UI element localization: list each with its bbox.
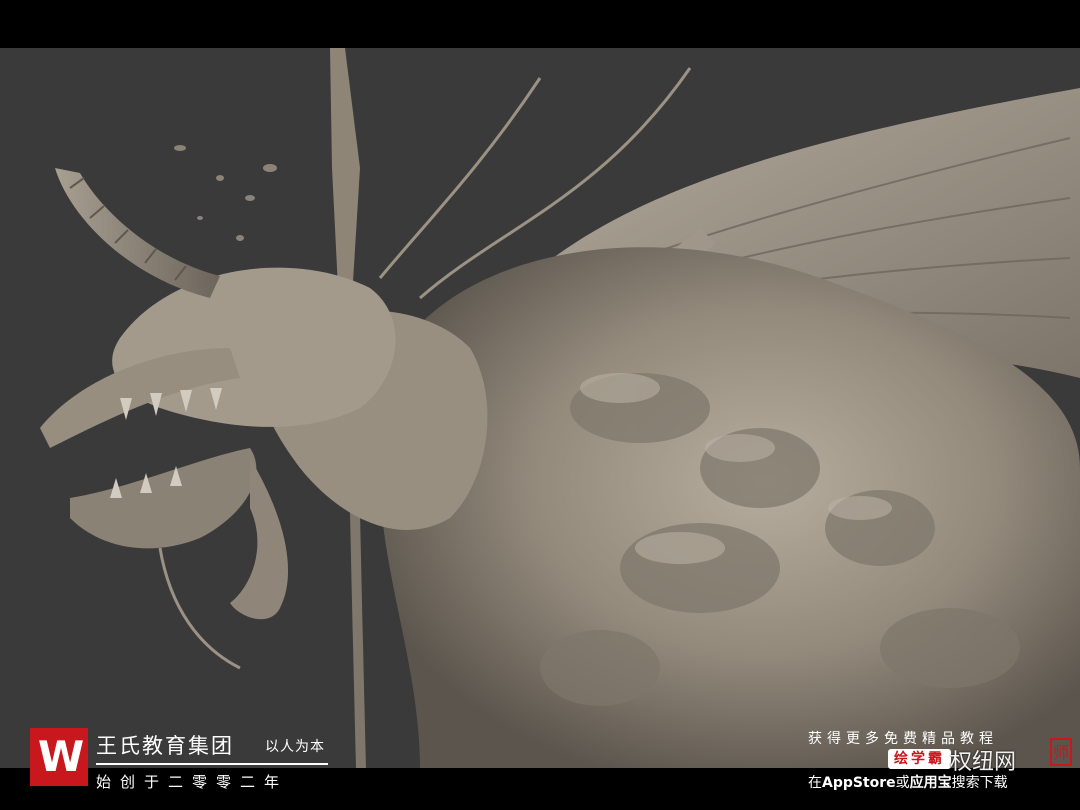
promo-app-store: 应用宝: [909, 775, 952, 791]
dragon-sculpt-render: [0, 48, 1080, 768]
image-frame: W 王氏教育集团 以人为本 始创于二零零二年 获得更多免费精品教程 绘学霸 权纽…: [0, 0, 1080, 810]
dragon-illustration: [0, 48, 1080, 768]
brand-logo-letter: W: [37, 732, 84, 781]
letterbox-top: [0, 0, 1080, 48]
brand-logo: W: [30, 728, 88, 786]
promo-suffix: 搜索下载: [951, 775, 1008, 791]
promo-download-line: 在AppStore或应用宝搜索下载: [808, 772, 1008, 792]
promo-store-name: AppStore: [822, 775, 896, 791]
promo-app-badge: 绘学霸: [888, 749, 951, 769]
red-seal-stamp: 师: [1050, 738, 1072, 766]
brand-founded-text: 始创于二零零二年: [96, 773, 289, 791]
promo-prefix: 在: [808, 775, 822, 791]
promo-connector: 或: [895, 775, 910, 791]
brand-name: 王氏教育集团: [96, 734, 234, 758]
brand-slogan: 以人为本: [265, 739, 325, 755]
brand-divider: [96, 763, 328, 765]
